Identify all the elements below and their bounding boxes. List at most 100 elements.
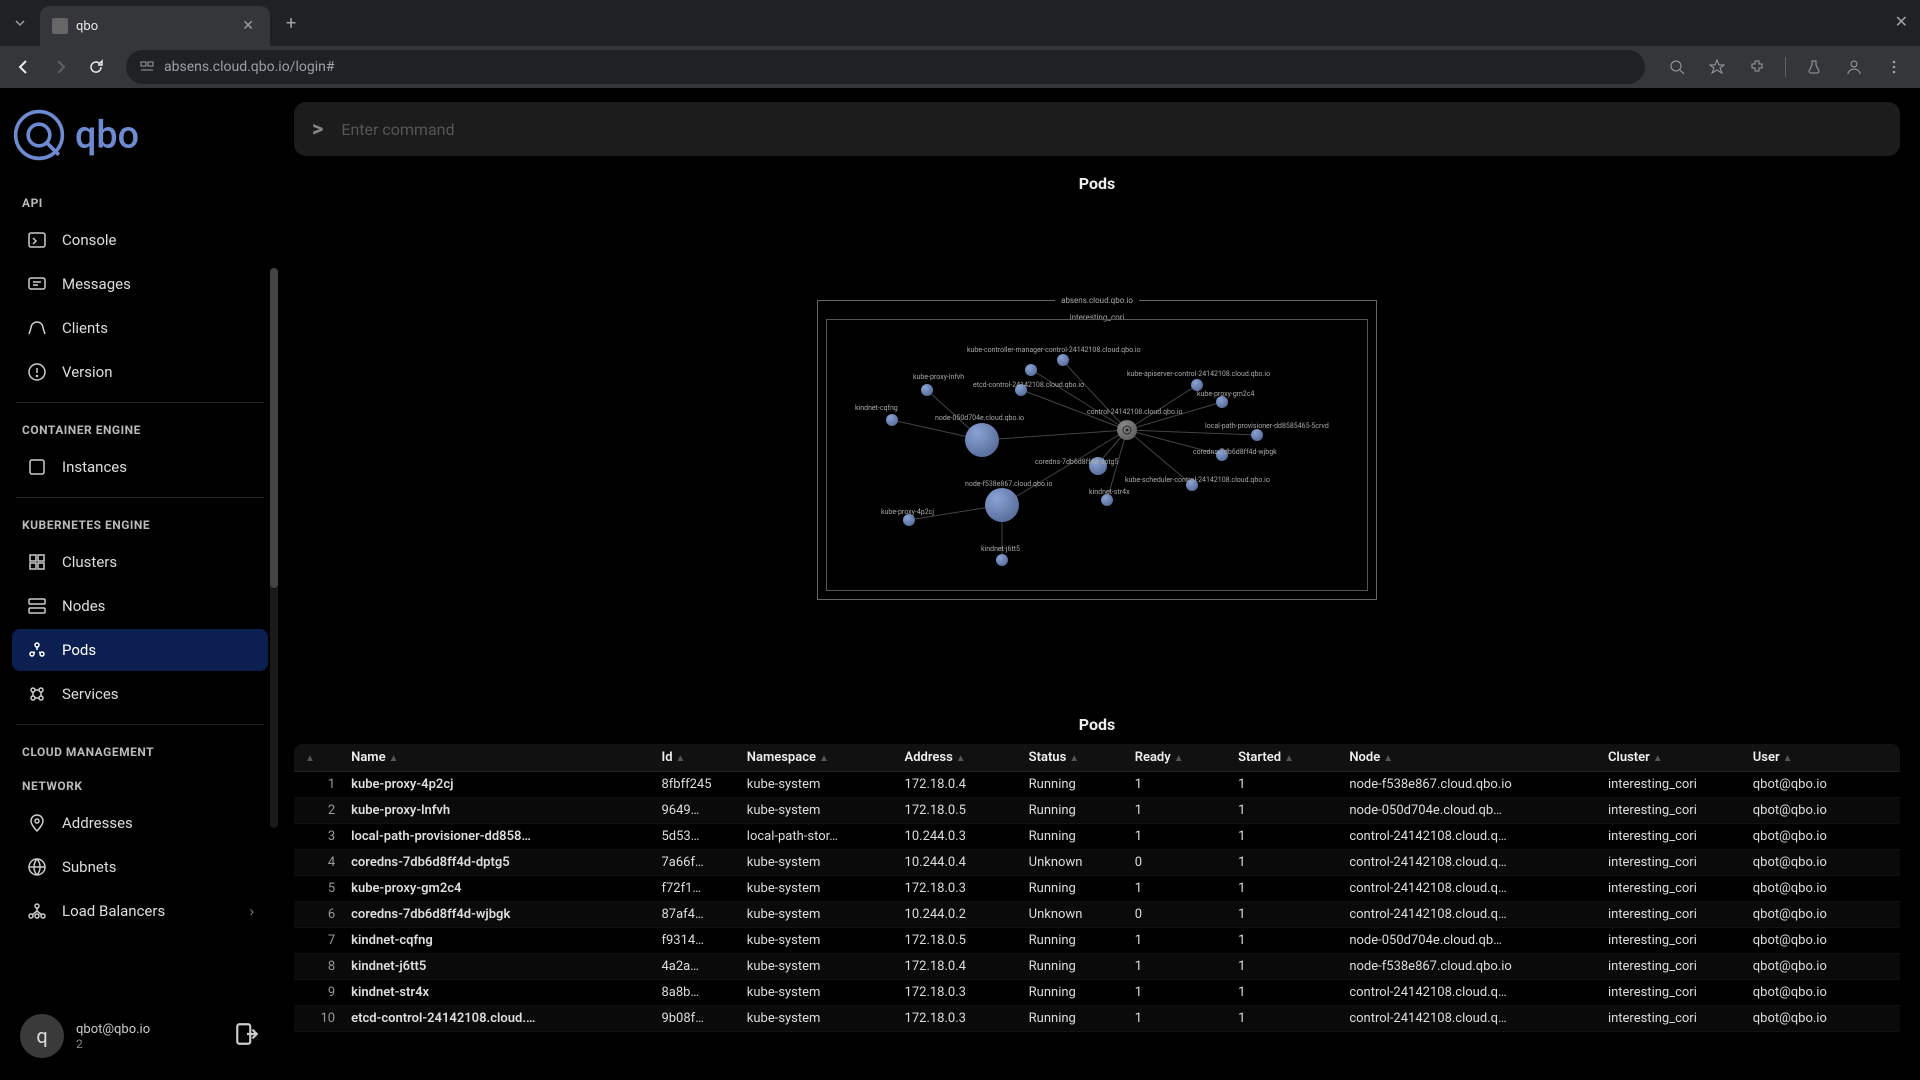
sidebar-item-console[interactable]: Console bbox=[12, 219, 268, 261]
console-icon bbox=[26, 229, 48, 251]
graph-node[interactable] bbox=[886, 414, 898, 426]
table-row[interactable]: 6 coredns-7db6d8ff4d-wjbgk 87af4… kube-s… bbox=[294, 902, 1900, 928]
cell-node: node-f538e867.cloud.qbo.io bbox=[1341, 772, 1600, 798]
graph-node[interactable] bbox=[985, 488, 1019, 522]
cell-cluster: interesting_cori bbox=[1600, 1006, 1745, 1032]
nav-label: Nodes bbox=[62, 597, 105, 615]
divider bbox=[16, 724, 264, 725]
sidebar-item-nodes[interactable]: Nodes bbox=[12, 585, 268, 627]
cell-status: Running bbox=[1021, 876, 1127, 902]
sidebar-item-subnets[interactable]: Subnets bbox=[12, 846, 268, 888]
cell-name: kube-proxy-lnfvh bbox=[343, 798, 653, 824]
sidebar-item-clusters[interactable]: Clusters bbox=[12, 541, 268, 583]
cell-cluster: interesting_cori bbox=[1600, 850, 1745, 876]
graph-node[interactable] bbox=[965, 423, 999, 457]
cell-status: Running bbox=[1021, 798, 1127, 824]
cell-started: 1 bbox=[1230, 798, 1341, 824]
sidebar-item-addresses[interactable]: Addresses bbox=[12, 802, 268, 844]
graph-node[interactable] bbox=[921, 384, 933, 396]
col-user[interactable]: User▲ bbox=[1745, 744, 1900, 772]
sidebar-item-instances[interactable]: Instances bbox=[12, 446, 268, 488]
site-settings-icon[interactable] bbox=[140, 58, 154, 77]
table-row[interactable]: 1 kube-proxy-4p2cj 8fbff245 kube-system … bbox=[294, 772, 1900, 798]
graph-node[interactable] bbox=[1057, 354, 1069, 366]
forward-button[interactable] bbox=[46, 53, 74, 81]
command-bar[interactable]: > bbox=[294, 102, 1900, 156]
sidebar-item-messages[interactable]: Messages bbox=[12, 263, 268, 305]
table-row[interactable]: 5 kube-proxy-gm2c4 f72f1… kube-system 17… bbox=[294, 876, 1900, 902]
table-header-row: ▲ Name▲ Id▲ Namespace▲ Address▲ Status▲ … bbox=[294, 744, 1900, 772]
sidebar-scrollbar[interactable] bbox=[270, 268, 278, 828]
cell-address: 172.18.0.4 bbox=[897, 772, 1021, 798]
col-namespace[interactable]: Namespace▲ bbox=[739, 744, 897, 772]
col-label: Node bbox=[1349, 750, 1380, 765]
col-name[interactable]: Name▲ bbox=[343, 744, 653, 772]
cell-id: 8fbff245 bbox=[653, 772, 738, 798]
nav-label: Messages bbox=[62, 275, 131, 293]
table-row[interactable]: 9 kindnet-str4x 8a8b… kube-system 172.18… bbox=[294, 980, 1900, 1006]
col-cluster[interactable]: Cluster▲ bbox=[1600, 744, 1745, 772]
extensions-icon[interactable] bbox=[1741, 51, 1773, 83]
services-icon bbox=[26, 683, 48, 705]
chevron-down-icon bbox=[14, 17, 26, 29]
sidebar: qbo API Console Messages Clients Version… bbox=[0, 88, 280, 1080]
tab-title: qbo bbox=[76, 19, 238, 34]
col-label: Status bbox=[1029, 750, 1067, 765]
col-address[interactable]: Address▲ bbox=[897, 744, 1021, 772]
cell-name: kube-proxy-4p2cj bbox=[343, 772, 653, 798]
logo[interactable]: qbo bbox=[8, 100, 272, 184]
table-row[interactable]: 4 coredns-7db6d8ff4d-dptg5 7a66f… kube-s… bbox=[294, 850, 1900, 876]
col-node[interactable]: Node▲ bbox=[1341, 744, 1600, 772]
url-bar[interactable]: absens.cloud.qbo.io/login# bbox=[126, 50, 1645, 84]
nav-label: Version bbox=[62, 363, 113, 381]
col-status[interactable]: Status▲ bbox=[1021, 744, 1127, 772]
table-row[interactable]: 10 etcd-control-24142108.cloud.… 9b08f… … bbox=[294, 1006, 1900, 1032]
profile-icon[interactable] bbox=[1838, 51, 1870, 83]
command-input[interactable] bbox=[341, 120, 1882, 139]
graph-node[interactable] bbox=[1251, 429, 1263, 441]
sidebar-item-clients[interactable]: Clients bbox=[12, 307, 268, 349]
sidebar-item-services[interactable]: Services bbox=[12, 673, 268, 715]
col-id[interactable]: Id▲ bbox=[653, 744, 738, 772]
graph-node-control[interactable] bbox=[1117, 420, 1137, 440]
cell-index: 3 bbox=[294, 824, 343, 850]
close-tab-button[interactable]: ✕ bbox=[238, 18, 258, 34]
cell-cluster: interesting_cori bbox=[1600, 902, 1745, 928]
cell-status: Running bbox=[1021, 772, 1127, 798]
tab-search-dropdown[interactable] bbox=[8, 11, 32, 35]
avatar[interactable]: q bbox=[20, 1014, 64, 1058]
cell-id: 7a66f… bbox=[653, 850, 738, 876]
browser-tab[interactable]: qbo ✕ bbox=[40, 6, 270, 46]
cell-id: 87af4… bbox=[653, 902, 738, 928]
scrollbar-thumb[interactable] bbox=[270, 268, 278, 588]
labs-icon[interactable] bbox=[1798, 51, 1830, 83]
col-ready[interactable]: Ready▲ bbox=[1127, 744, 1230, 772]
col-index[interactable]: ▲ bbox=[294, 744, 343, 772]
new-tab-button[interactable]: + bbox=[286, 13, 296, 34]
sidebar-item-pods[interactable]: Pods bbox=[12, 629, 268, 671]
table-row[interactable]: 7 kindnet-cqfng f9314… kube-system 172.1… bbox=[294, 928, 1900, 954]
col-started[interactable]: Started▲ bbox=[1230, 744, 1341, 772]
logout-button[interactable] bbox=[234, 1021, 260, 1051]
cell-ready: 1 bbox=[1127, 1006, 1230, 1032]
zoom-icon[interactable] bbox=[1661, 51, 1693, 83]
graph-node[interactable] bbox=[996, 554, 1008, 566]
table-row[interactable]: 3 local-path-provisioner-dd858… 5d53… lo… bbox=[294, 824, 1900, 850]
bookmark-icon[interactable] bbox=[1701, 51, 1733, 83]
sort-icon: ▲ bbox=[1783, 753, 1793, 764]
menu-icon[interactable] bbox=[1878, 51, 1910, 83]
table-row[interactable]: 8 kindnet-j6tt5 4a2a… kube-system 172.18… bbox=[294, 954, 1900, 980]
cell-user: qbot@qbo.io bbox=[1745, 772, 1900, 798]
graph-node[interactable] bbox=[1025, 364, 1037, 376]
sidebar-item-load-balancers[interactable]: Load Balancers› bbox=[12, 890, 268, 932]
reload-button[interactable] bbox=[82, 53, 110, 81]
table-row[interactable]: 2 kube-proxy-lnfvh 9649… kube-system 172… bbox=[294, 798, 1900, 824]
sidebar-item-version[interactable]: Version bbox=[12, 351, 268, 393]
svg-text:qbo: qbo bbox=[75, 114, 139, 158]
graph-panel[interactable]: absens.cloud.qbo.io interesting_cori bbox=[294, 203, 1900, 697]
graph-label: coredns-7db6d8ff4d-wjbgk bbox=[1193, 448, 1277, 456]
sort-icon: ▲ bbox=[389, 753, 399, 764]
user-email: qbot@qbo.io bbox=[76, 1022, 222, 1037]
back-button[interactable] bbox=[10, 53, 38, 81]
window-close-button[interactable]: ✕ bbox=[1895, 12, 1908, 31]
